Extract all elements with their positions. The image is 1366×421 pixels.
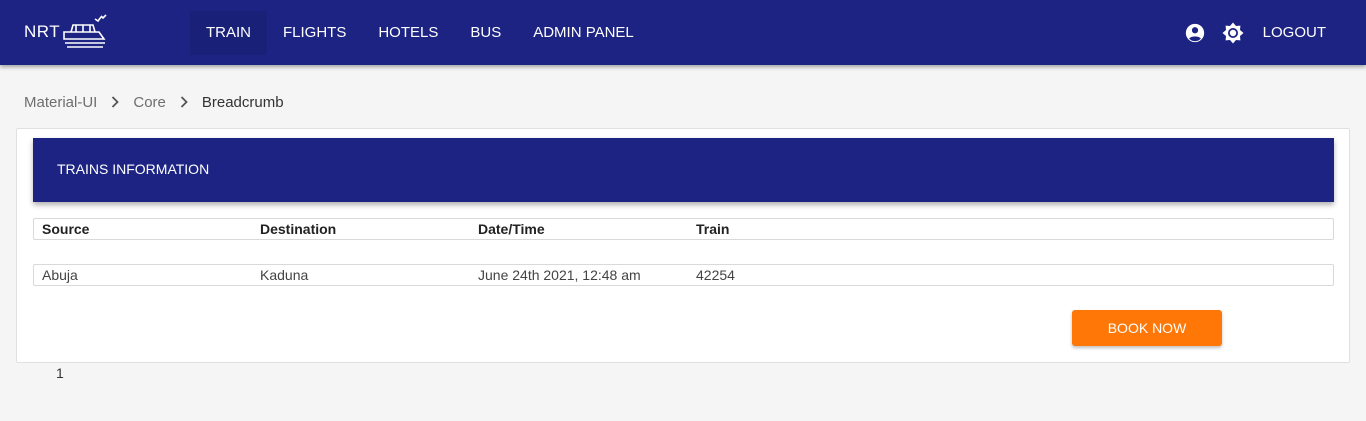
nav-admin-panel[interactable]: ADMIN PANEL: [517, 11, 650, 55]
logout-button[interactable]: LOGOUT: [1263, 24, 1326, 41]
card-title: TRAINS INFORMATION: [57, 161, 210, 177]
chevron-right-icon: [179, 91, 189, 113]
column-header-source: Source: [42, 221, 90, 237]
cell-source: Abuja: [42, 267, 78, 283]
cell-datetime: June 24th 2021, 12:48 am: [478, 267, 641, 283]
chevron-right-icon: [110, 91, 120, 113]
top-app-bar: NRT TRAIN FLIGHTS HOTELS BUS ADMIN PANEL: [0, 0, 1366, 65]
cell-train: 42254: [696, 267, 735, 283]
table-header-row: Source Destination Date/Time Train: [33, 218, 1334, 240]
train-logo-icon: [63, 14, 107, 48]
column-header-destination: Destination: [260, 221, 337, 237]
pagination-page-number[interactable]: 1: [56, 365, 64, 381]
breadcrumb-link-material-ui[interactable]: Material-UI: [24, 94, 97, 111]
brightness-icon[interactable]: [1221, 21, 1245, 45]
table-row: Abuja Kaduna June 24th 2021, 12:48 am 42…: [33, 264, 1334, 286]
column-header-datetime: Date/Time: [478, 221, 545, 237]
nav-flights[interactable]: FLIGHTS: [267, 11, 362, 55]
logo-text: NRT: [24, 22, 61, 41]
nav-train[interactable]: TRAIN: [190, 11, 267, 55]
nav-hotels[interactable]: HOTELS: [362, 11, 454, 55]
header-tools: LOGOUT: [1183, 0, 1366, 65]
main-nav: TRAIN FLIGHTS HOTELS BUS ADMIN PANEL: [190, 11, 650, 55]
account-circle-icon[interactable]: [1183, 21, 1207, 45]
logo[interactable]: NRT: [24, 12, 107, 52]
breadcrumb: Material-UI Core Breadcrumb: [24, 91, 284, 113]
nav-bus[interactable]: BUS: [454, 11, 517, 55]
cell-destination: Kaduna: [260, 267, 309, 283]
card-header: TRAINS INFORMATION: [33, 138, 1334, 202]
breadcrumb-link-core[interactable]: Core: [133, 94, 166, 111]
breadcrumb-current: Breadcrumb: [201, 93, 284, 111]
column-header-train: Train: [696, 221, 730, 237]
book-now-button[interactable]: BOOK NOW: [1072, 310, 1222, 346]
trains-information-card: TRAINS INFORMATION Source Destination Da…: [16, 128, 1350, 363]
